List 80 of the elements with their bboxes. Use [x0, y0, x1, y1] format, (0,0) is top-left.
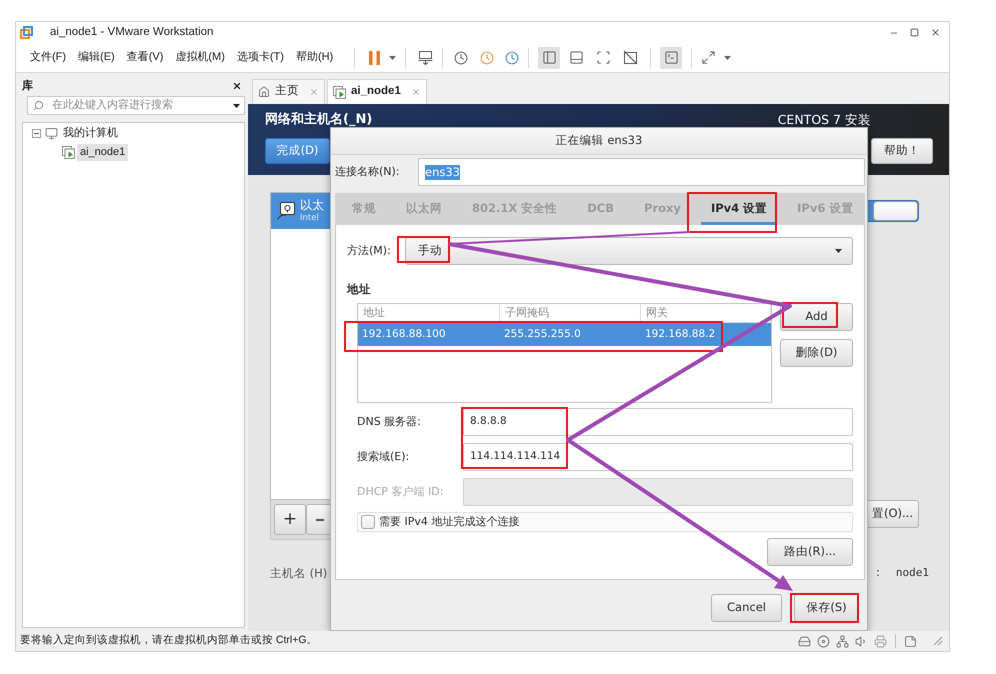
close-icon[interactable]	[232, 81, 242, 91]
screen-title: 网络和主机名(_N)	[265, 113, 372, 127]
routes-button[interactable]: 路由(R)...	[767, 538, 853, 566]
menu-item[interactable]: 文件(F)	[30, 49, 66, 66]
crossed-square-icon	[622, 50, 638, 65]
tree-item[interactable]: 我的计算机	[60, 125, 121, 142]
field-label: DHCP 客户端 ID:	[357, 484, 444, 500]
column-header[interactable]: 网关	[641, 304, 771, 322]
tree-item[interactable]: ai_node1	[77, 144, 128, 161]
terminal-icon	[664, 50, 679, 65]
status-message: 要将输入定向到该虚拟机，请在虚拟机内部单击或按 Ctrl+G。	[20, 633, 318, 648]
caret-icon	[389, 56, 396, 60]
add-device-button[interactable]: +	[274, 504, 306, 535]
device-detail: Intel	[300, 213, 320, 224]
hostname-value: node1	[896, 564, 929, 581]
sidebar-layout-icon	[542, 50, 557, 65]
resize-grip-icon[interactable]	[933, 636, 943, 646]
field-label: 方法(M):	[347, 242, 392, 259]
document-tab[interactable]: ai_node1	[327, 79, 427, 104]
caret-icon	[233, 104, 240, 108]
pause-icon[interactable]	[369, 50, 380, 64]
disc-icon[interactable]	[817, 634, 830, 648]
highlight-frame	[397, 236, 450, 263]
page-icon[interactable]	[904, 634, 917, 648]
menu-item[interactable]: 帮助(H)	[296, 49, 334, 66]
network-icon[interactable]	[836, 634, 849, 648]
text-field[interactable]	[463, 478, 853, 506]
delete-address-button[interactable]: 删除(D)	[780, 339, 853, 367]
text-field[interactable]: 114.114.114.114	[463, 443, 853, 471]
highlight-frame	[782, 302, 838, 328]
table-cell-text: 192.168.88.2	[644, 326, 716, 342]
hostname-separator: :	[876, 564, 880, 582]
field-label: DNS 服务器:	[357, 414, 422, 430]
section-title: 地址	[347, 282, 372, 296]
window-title: ai_node1 - VMware Workstation	[50, 24, 214, 40]
document-tab[interactable]: 主页	[252, 79, 325, 104]
checkbox-label: 需要 IPv4 地址完成这个连接	[379, 514, 520, 530]
frame-corners-icon	[596, 50, 611, 65]
save-button[interactable]: 保存(S)	[794, 594, 859, 622]
table-cell-text: 255.255.255.0	[503, 326, 582, 342]
clock-icon[interactable]	[505, 50, 520, 64]
checkbox[interactable]	[361, 515, 375, 529]
menu-item[interactable]: 查看(V)	[126, 49, 164, 66]
virtual-machine-icon	[62, 146, 75, 159]
device-name: 以太	[300, 198, 324, 213]
cancel-button[interactable]: Cancel	[711, 594, 782, 622]
fullscreen-icon[interactable]	[701, 50, 716, 65]
close-icon[interactable]	[930, 27, 941, 38]
method-dropdown[interactable]: 手动	[405, 237, 853, 265]
help-button[interactable]: 帮助！	[871, 138, 933, 164]
virtual-machine-icon	[333, 86, 346, 98]
menu-item[interactable]: 虚拟机(M)	[175, 49, 225, 66]
menu-item[interactable]: 选项卡(T)	[236, 49, 284, 66]
table-cell-text: 192.168.88.100	[361, 326, 446, 342]
menu-item[interactable]: 编辑(E)	[78, 49, 115, 66]
text-field[interactable]: 8.8.8.8	[463, 408, 853, 436]
maximize-icon[interactable]	[910, 28, 919, 37]
search-icon	[33, 100, 44, 111]
dialog-title: 正在编辑 ens33	[556, 132, 642, 150]
console-view-button[interactable]	[660, 46, 682, 68]
view-toggle-button[interactable]	[538, 46, 560, 68]
panel-title: 库	[22, 78, 33, 94]
search-field[interactable]: 在此处键入内容进行搜索	[27, 96, 245, 115]
field-label: 搜索域(E):	[357, 448, 410, 465]
clock-icon[interactable]	[454, 50, 468, 64]
bottom-panel-icon	[568, 50, 584, 65]
collapse-icon[interactable]	[32, 129, 41, 138]
field-label: 连接名称(N):	[335, 164, 401, 180]
minus-icon	[316, 518, 324, 520]
computer-icon	[45, 127, 58, 140]
highlight-frame	[790, 593, 859, 623]
column-header[interactable]: 子网掩码	[500, 304, 641, 322]
caret-icon	[724, 56, 732, 60]
app-logo-icon	[20, 26, 33, 39]
hostname-label: 主机名 (H)	[270, 566, 328, 580]
caret-icon	[835, 249, 842, 253]
product-title: CENTOS 7 安装	[778, 113, 871, 127]
monitor-arrow-icon[interactable]	[418, 50, 434, 65]
home-icon	[258, 86, 270, 98]
network-device-icon	[277, 202, 295, 220]
